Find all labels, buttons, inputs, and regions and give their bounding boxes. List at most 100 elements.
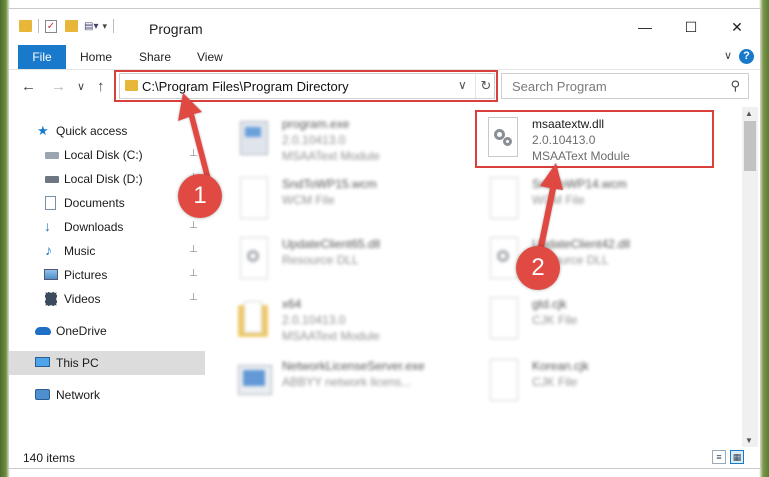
title-bar: ✓ ▤▾ ▾ Program — ☐ ✕ [9,9,760,45]
expand-ribbon-icon[interactable]: ∨ [724,49,732,62]
recent-locations-icon[interactable]: ∨ [77,80,85,93]
list-item[interactable]: SndToWP15.wcm WCM File [236,173,471,231]
list-item[interactable]: NetworkLicenseServer.exe ABBYY network l… [236,355,471,413]
tab-file[interactable]: File [18,45,66,69]
pin-icon[interactable]: ⊥ [189,268,198,279]
scroll-up-icon[interactable]: ▲ [745,109,753,118]
tab-share[interactable]: Share [139,50,171,64]
sidebar-item-label: Network [56,388,101,402]
download-arrow-icon: ↓ [44,218,51,234]
exe-icon [236,359,272,401]
separator [113,19,114,33]
file-version: 2.0.10413.0 [282,313,346,327]
file-name: program.exe [282,117,350,131]
sidebar-item-music[interactable]: ♪ Music ⊥ [9,239,205,263]
customize-toolbar-icon[interactable]: ▤▾ [84,21,98,32]
drive-icon [45,152,59,159]
cloud-icon [35,327,51,335]
sidebar-item-onedrive[interactable]: OneDrive [9,319,205,343]
sidebar-item-pictures[interactable]: Pictures ⊥ [9,263,205,287]
sidebar-item-label: Documents [64,196,125,210]
search-box[interactable]: Search Program ⚲ [501,73,749,99]
up-arrow-icon[interactable]: ↑ [97,78,105,95]
document-icon [490,297,518,339]
vertical-scrollbar[interactable]: ▲ ▼ [742,107,758,447]
file-description: MSAAText Module [282,149,380,163]
search-placeholder[interactable]: Search Program [512,79,607,94]
documents-icon [45,196,56,210]
pin-icon[interactable]: ⊥ [189,220,198,231]
back-arrow-icon[interactable]: ← [21,78,36,95]
sidebar-item-label: Downloads [64,220,124,234]
pin-icon[interactable]: ⊥ [189,148,198,159]
maximize-button[interactable]: ☐ [668,9,714,45]
document-icon [490,177,518,219]
list-item[interactable]: gtd.cjk CJK File [486,293,721,351]
monitor-icon [35,357,50,367]
annotation-badge-2: 2 [516,246,560,290]
list-item[interactable]: SndToWP14.wcm WCM File [486,173,721,231]
list-item[interactable]: x64 2.0.10413.0 MSAAText Module [236,293,471,351]
tab-home[interactable]: Home [80,50,112,64]
sidebar-item-label: Music [64,244,96,258]
file-type: CJK File [532,313,578,327]
sidebar-item-this-pc[interactable]: This PC [9,351,205,375]
quick-access-toolbar: ✓ ▤▾ ▾ [19,19,120,33]
sidebar-item-videos[interactable]: Videos ⊥ [9,287,205,311]
file-name: SndToWP15.wcm [282,177,377,191]
scroll-down-icon[interactable]: ▼ [745,436,753,445]
document-icon [240,177,268,219]
file-type: WCM File [532,193,585,207]
folder-icon[interactable] [19,20,32,32]
film-icon [45,292,57,306]
details-view-icon[interactable]: ≡ [712,450,726,464]
window-title: Program [149,21,203,37]
star-icon: ★ [37,123,49,138]
list-item[interactable]: Korean.cjk CJK File [486,355,721,413]
scrollbar-thumb[interactable] [744,121,756,171]
file-type: WCM File [282,193,335,207]
sidebar-item-quick-access[interactable]: ★ Quick access [9,119,205,143]
sidebar-item-documents[interactable]: Documents ⊥ [9,191,205,215]
tab-view[interactable]: View [197,50,223,64]
sidebar-item-local-disk-d[interactable]: Local Disk (D:) ⊥ [9,167,205,191]
file-type: ABBYY network licens... [282,375,412,389]
minimize-button[interactable]: — [622,9,668,45]
sidebar-item-local-disk-c[interactable]: Local Disk (C:) ⊥ [9,143,205,167]
close-icon: ✕ [731,18,743,35]
sidebar-item-label: Local Disk (C:) [64,148,143,162]
sidebar-item-network[interactable]: Network [9,383,205,407]
pin-icon[interactable]: ⊥ [189,244,198,255]
maximize-icon: ☐ [684,18,698,35]
large-icons-view-icon[interactable]: ▦ [730,450,744,464]
toolbar-dropdown-icon[interactable]: ▾ [102,21,107,32]
separator [38,19,39,33]
pin-icon[interactable]: ⊥ [189,292,198,303]
search-icon[interactable]: ⚲ [730,78,740,94]
dll-gear-icon [490,237,518,279]
ribbon-tabs: File Home Share View ∨ ? [9,45,760,70]
file-name: x64 [282,297,302,311]
sidebar-item-label: Pictures [64,268,108,282]
navigation-pane: ★ Quick access Local Disk (C:) ⊥ Local D… [9,107,205,445]
file-name: Korean.cjk [532,359,589,373]
music-note-icon: ♪ [45,242,52,258]
dll-gear-icon [240,237,268,279]
help-icon[interactable]: ? [739,49,754,64]
list-item[interactable]: program.exe 2.0.10413.0 MSAAText Module [236,113,471,171]
file-description: MSAAText Module [282,329,380,343]
sidebar-item-label: This PC [56,356,99,370]
folder-icon [236,297,270,339]
minimize-icon: — [638,19,652,35]
close-button[interactable]: ✕ [714,9,760,45]
annotation-badge-1: 1 [178,174,222,218]
properties-check-icon[interactable]: ✓ [45,19,57,33]
forward-arrow-icon[interactable]: → [51,78,66,95]
sidebar-item-label: Local Disk (D:) [64,172,143,186]
new-folder-icon[interactable] [65,20,78,32]
file-highlight-box [475,110,714,168]
network-icon [35,389,50,400]
sidebar-item-downloads[interactable]: ↓ Downloads ⊥ [9,215,205,239]
file-type: Resource DLL [282,253,359,267]
list-item[interactable]: UpdateClient65.dll Resource DLL [236,233,471,291]
